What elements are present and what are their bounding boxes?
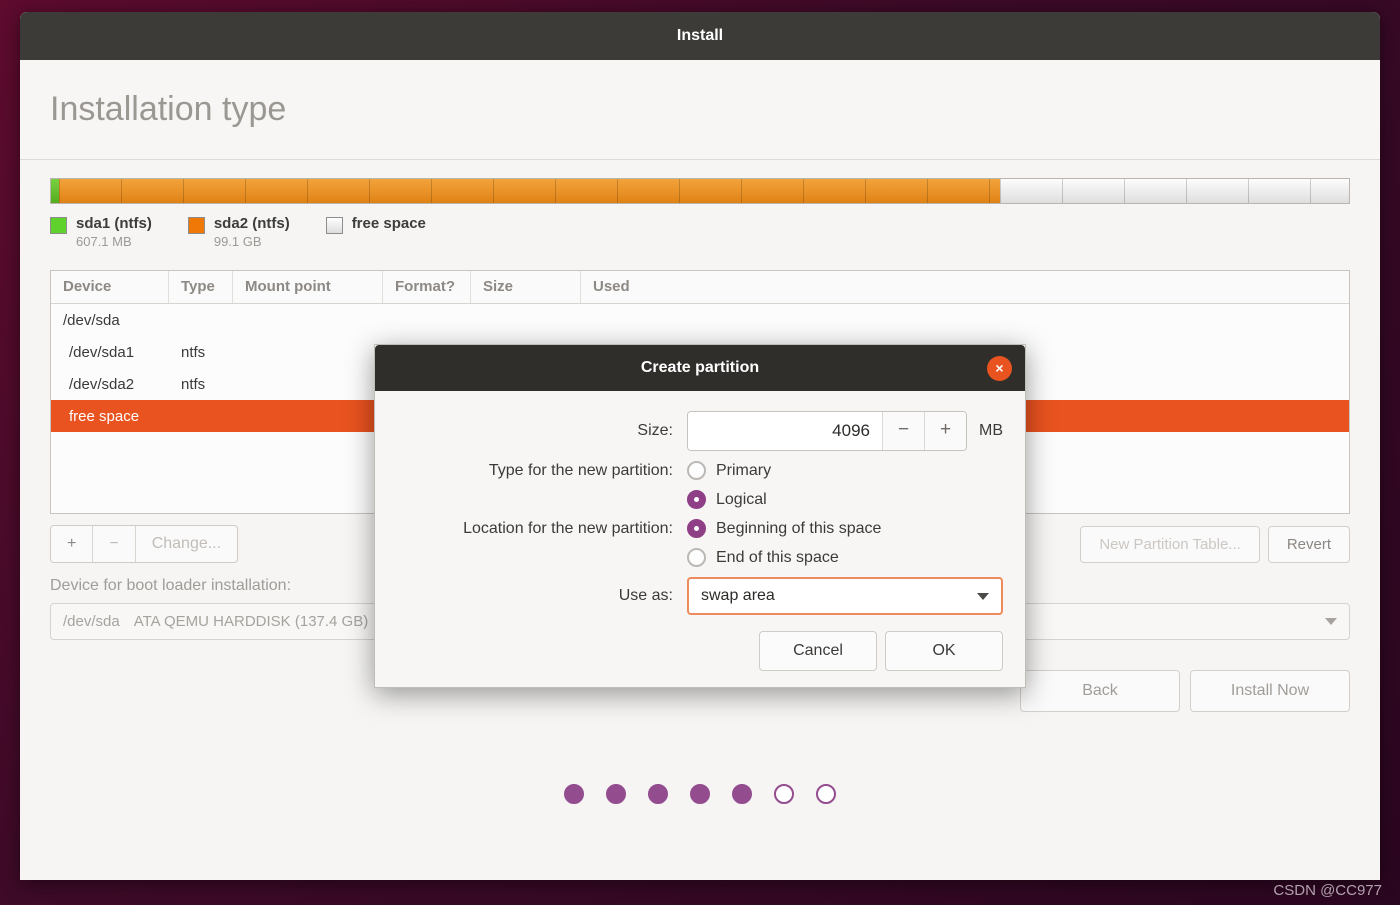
cell-device: /dev/sda1	[69, 343, 135, 361]
partition-segment-free-space[interactable]	[999, 179, 1349, 203]
dialog-titlebar: Create partition ×	[375, 345, 1025, 391]
table-row[interactable]: /dev/sda	[51, 304, 1349, 336]
size-decrement-button[interactable]: −	[882, 412, 924, 450]
bootloader-device: /dev/sda	[63, 613, 120, 630]
column-header-type[interactable]: Type	[169, 271, 233, 303]
progress-dot	[690, 784, 710, 804]
dialog-actions: Cancel OK	[397, 631, 1003, 671]
partition-type-label: Type for the new partition:	[488, 461, 673, 479]
table-header-row: Device Type Mount point Format? Size Use…	[51, 271, 1349, 304]
add-partition-button[interactable]: +	[51, 526, 94, 562]
use-as-row: Use as: swap area	[397, 577, 1003, 615]
window-title: Install	[676, 27, 724, 44]
new-partition-table-button[interactable]: New Partition Table...	[1080, 525, 1260, 563]
cell-device: /dev/sda2	[69, 375, 135, 393]
progress-dot	[732, 784, 752, 804]
partition-edit-buttons: + − Change...	[50, 525, 239, 563]
legend-swatch-icon	[187, 217, 205, 234]
window-titlebar: Install	[20, 12, 1380, 60]
size-stepper[interactable]: 4096 − +	[687, 411, 967, 451]
page-header: Installation type	[20, 60, 1380, 160]
progress-dot	[648, 784, 668, 804]
install-now-button[interactable]: Install Now	[1190, 670, 1350, 712]
progress-dot	[816, 784, 836, 804]
watermark: CSDN @CC977	[1273, 882, 1382, 899]
create-partition-dialog: Create partition × Size: 4096 − + MB Typ…	[374, 344, 1026, 688]
close-icon[interactable]: ×	[987, 356, 1012, 381]
size-input[interactable]: 4096	[688, 412, 882, 450]
type-row-logical: Logical	[397, 490, 1003, 509]
progress-dot	[774, 784, 794, 804]
size-unit-label: MB	[979, 422, 1003, 439]
radio-icon[interactable]	[687, 548, 706, 567]
legend-label: free space	[351, 215, 426, 232]
cell-device: free space	[69, 407, 140, 425]
radio-logical[interactable]: Logical	[687, 490, 767, 509]
radio-icon-selected[interactable]	[687, 490, 706, 509]
bootloader-description: ATA QEMU HARDDISK (137.4 GB)	[133, 613, 369, 630]
radio-beginning-label: Beginning of this space	[716, 519, 882, 537]
use-as-value: swap area	[701, 587, 775, 604]
radio-logical-label: Logical	[716, 490, 767, 508]
radio-primary-label: Primary	[716, 461, 772, 479]
cell-device: /dev/sda	[63, 311, 120, 329]
radio-primary[interactable]: Primary	[687, 461, 771, 480]
content-area: sda1 (ntfs) 607.1 MB sda2 (ntfs) 99.1 GB…	[20, 160, 1380, 880]
size-label: Size:	[637, 422, 673, 439]
partition-location-label: Location for the new partition:	[463, 519, 673, 537]
column-header-mount-point[interactable]: Mount point	[233, 271, 383, 303]
legend-item-free-space: free space	[325, 214, 426, 258]
partition-legend: sda1 (ntfs) 607.1 MB sda2 (ntfs) 99.1 GB…	[50, 214, 1350, 258]
change-partition-button[interactable]: Change...	[136, 526, 237, 562]
column-header-device[interactable]: Device	[51, 271, 169, 303]
radio-end-of-space[interactable]: End of this space	[687, 548, 839, 567]
radio-beginning-of-space[interactable]: Beginning of this space	[687, 519, 881, 538]
back-button[interactable]: Back	[1020, 670, 1180, 712]
legend-size: 99.1 GB	[213, 234, 262, 249]
dialog-body: Size: 4096 − + MB Type for the new parti…	[375, 391, 1025, 687]
column-header-size[interactable]: Size	[471, 271, 581, 303]
legend-item-sda2: sda2 (ntfs) 99.1 GB	[187, 214, 290, 258]
cancel-button[interactable]: Cancel	[759, 631, 877, 671]
partition-segment-sda1[interactable]	[51, 179, 59, 203]
chevron-down-icon	[1325, 618, 1337, 625]
installer-window: Install Installation type sda1 (ntfs) 60…	[20, 12, 1380, 880]
legend-item-sda1: sda1 (ntfs) 607.1 MB	[50, 214, 152, 258]
use-as-select[interactable]: swap area	[687, 577, 1003, 615]
dialog-title: Create partition	[640, 359, 760, 376]
progress-dot	[564, 784, 584, 804]
use-as-label: Use as:	[618, 587, 673, 604]
radio-end-label: End of this space	[716, 548, 839, 566]
chevron-down-icon	[977, 592, 989, 600]
revert-button[interactable]: Revert	[1267, 525, 1350, 563]
radio-icon[interactable]	[687, 461, 706, 480]
location-row-beginning: Location for the new partition: Beginnin…	[397, 519, 1003, 538]
size-row: Size: 4096 − + MB	[397, 411, 1003, 451]
column-header-format[interactable]: Format?	[383, 271, 471, 303]
radio-icon-selected[interactable]	[687, 519, 706, 538]
legend-label: sda1 (ntfs)	[76, 215, 152, 232]
column-header-used[interactable]: Used	[581, 271, 1349, 303]
progress-dot	[606, 784, 626, 804]
progress-dots	[50, 784, 1350, 804]
table-action-buttons: New Partition Table... Revert	[1080, 525, 1350, 563]
cell-type: ntfs	[181, 343, 206, 361]
legend-label: sda2 (ntfs)	[213, 215, 290, 232]
legend-swatch-icon	[325, 217, 343, 234]
cell-type: ntfs	[181, 375, 206, 393]
location-row-end: End of this space	[397, 548, 1003, 567]
size-increment-button[interactable]: +	[924, 412, 966, 450]
partition-bar[interactable]	[50, 178, 1350, 204]
legend-swatch-icon	[50, 217, 67, 234]
partition-segment-sda2[interactable]	[58, 179, 1000, 203]
ok-button[interactable]: OK	[885, 631, 1003, 671]
legend-size: 607.1 MB	[76, 234, 132, 249]
type-row-primary: Type for the new partition: Primary	[397, 461, 1003, 480]
remove-partition-button[interactable]: −	[93, 526, 136, 562]
page-title: Installation type	[50, 90, 287, 128]
